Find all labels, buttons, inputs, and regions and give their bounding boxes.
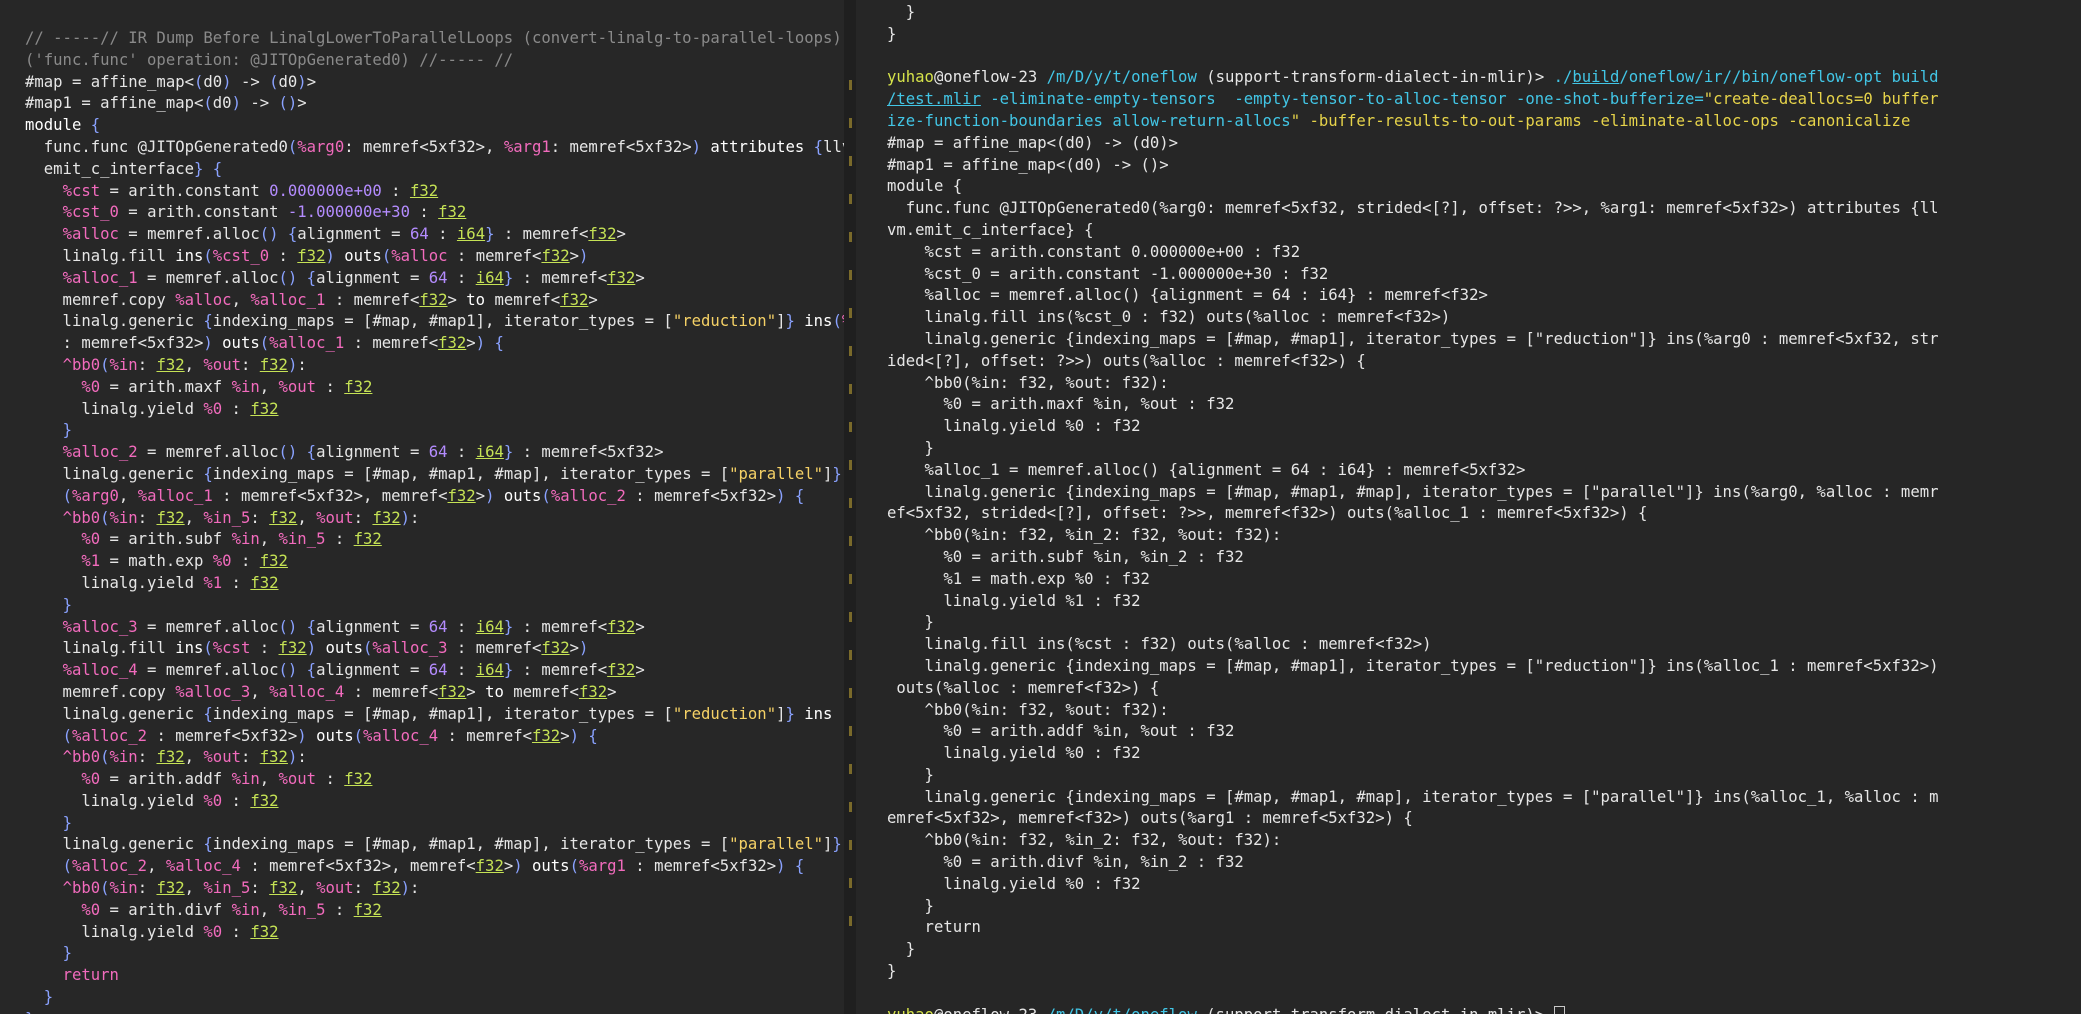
code-line: #map1 = affine_map<(d0) -> ()> <box>25 94 307 113</box>
terminal-line: linalg.yield %0 : f32 <box>887 744 1141 763</box>
code-line: %cst_0 = arith.constant -1.000000e+30 : … <box>62 203 467 222</box>
terminal-line: } <box>887 613 934 632</box>
code-line: %alloc_1 = memref.alloc() {alignment = 6… <box>62 268 645 287</box>
terminal-cursor-icon <box>1553 1006 1565 1014</box>
code-line: %alloc = memref.alloc() {alignment = 64 … <box>62 225 626 244</box>
code-line: linalg.yield %1 : f32 <box>25 573 279 592</box>
code-line: (%arg0, %alloc_1 : memref<5xf32>, memref… <box>62 486 805 505</box>
editor-code[interactable]: // -----// IR Dump Before LinalgLowerToP… <box>0 28 844 1014</box>
code-line: %cst = arith.constant 0.000000e+00 : f32 <box>62 181 439 200</box>
terminal-line: linalg.yield %0 : f32 <box>887 417 1141 436</box>
terminal-line: } <box>887 438 934 457</box>
code-line: %alloc_2 = memref.alloc() {alignment = 6… <box>62 443 664 462</box>
code-line: (%alloc_2 : memref<5xf32>) outs(%alloc_4… <box>62 726 598 745</box>
terminal-line: linalg.generic {indexing_maps = [#map, #… <box>887 329 1939 348</box>
code-line: %alloc_3 = memref.alloc() {alignment = 6… <box>62 617 645 636</box>
code-line: linalg.generic {indexing_maps = [#map, #… <box>25 704 833 723</box>
terminal-output[interactable]: }} yuhao@oneflow-23 /m/D/y/t/oneflow (sup… <box>856 2 2081 1014</box>
code-line: } <box>62 421 72 440</box>
terminal-line: ^bb0(%in: f32, %out: f32): <box>887 700 1169 719</box>
terminal-line: %alloc_1 = memref.alloc() {alignment = 6… <box>887 460 1526 479</box>
code-line: return <box>62 966 119 985</box>
code-line: ^bb0(%in: f32, %out: f32): <box>62 355 307 374</box>
code-line: %0 = arith.divf %in, %in_5 : f32 <box>81 900 382 919</box>
code-line: %1 = math.exp %0 : f32 <box>81 552 288 571</box>
code-line: } <box>62 813 72 832</box>
terminal-line: ^bb0(%in: f32, %out: f32): <box>887 373 1169 392</box>
terminal-pane[interactable]: }} yuhao@oneflow-23 /m/D/y/t/oneflow (sup… <box>856 0 2081 1014</box>
terminal-line: outs(%alloc : memref<f32>) { <box>887 678 1160 697</box>
code-line: memref.copy %alloc_3, %alloc_4 : memref<… <box>25 682 617 701</box>
code-line: memref.copy %alloc, %alloc_1 : memref<f3… <box>25 290 598 309</box>
terminal-line: %0 = arith.addf %in, %out : f32 <box>887 722 1235 741</box>
code-line: %0 = arith.addf %in, %out : f32 <box>81 770 373 789</box>
terminal-line: %cst_0 = arith.constant -1.000000e+30 : … <box>887 264 1329 283</box>
code-line: } <box>62 944 72 963</box>
terminal-line: %alloc = memref.alloc() {alignment = 64 … <box>887 286 1488 305</box>
terminal-line: } <box>887 765 934 784</box>
terminal-line: linalg.yield %1 : f32 <box>887 591 1141 610</box>
terminal-line: } <box>887 3 916 21</box>
code-line: linalg.generic {indexing_maps = [#map, #… <box>25 835 842 854</box>
code-line: linalg.yield %0 : f32 <box>25 399 279 418</box>
terminal-line: ef<5xf32, strided<[?], offset: ?>>, memr… <box>887 504 1648 523</box>
terminal-line: linalg.fill ins(%cst_0 : f32) outs(%allo… <box>887 308 1451 327</box>
terminal-line: ^bb0(%in: f32, %in_2: f32, %out: f32): <box>887 831 1282 850</box>
terminal-line: yuhao@oneflow-23 /m/D/y/t/oneflow (suppo… <box>887 68 1939 87</box>
terminal-line: yuhao@oneflow-23 /m/D/y/t/oneflow (suppo… <box>887 1005 2081 1014</box>
terminal-line: linalg.generic {indexing_maps = [#map, #… <box>887 787 1939 806</box>
terminal-line: %0 = arith.divf %in, %in_2 : f32 <box>887 853 1244 872</box>
code-line: linalg.yield %0 : f32 <box>25 791 279 810</box>
terminal-line: } <box>887 24 897 43</box>
terminal-line: linalg.yield %0 : f32 <box>887 874 1141 893</box>
terminal-line: func.func @JITOpGenerated0(%arg0: memref… <box>887 199 1939 218</box>
code-line: } <box>25 1009 844 1014</box>
terminal-line: /test.mlir -eliminate-empty-tensors -emp… <box>887 90 1939 109</box>
terminal-line: linalg.generic {indexing_maps = [#map, #… <box>887 482 1939 501</box>
code-line: func.func @JITOpGenerated0(%arg0: memref… <box>25 137 844 156</box>
code-line: #map = affine_map<(d0) -> (d0)> <box>25 72 317 91</box>
terminal-line: module { <box>887 177 963 196</box>
code-line: ^bb0(%in: f32, %in_5: f32, %out: f32): <box>62 508 420 527</box>
terminal-line: } <box>887 962 897 981</box>
terminal-line: %1 = math.exp %0 : f32 <box>887 569 1150 588</box>
terminal-line: } <box>887 940 916 959</box>
code-line: (%alloc_2, %alloc_4 : memref<5xf32>, mem… <box>62 857 805 876</box>
terminal-line: ^bb0(%in: f32, %in_2: f32, %out: f32): <box>887 526 1282 545</box>
terminal-line: } <box>887 896 934 915</box>
editor-pane[interactable]: // -----// IR Dump Before LinalgLowerToP… <box>0 0 844 1014</box>
code-line: emit_c_interface} { <box>25 159 223 178</box>
terminal-line: #map1 = affine_map<(d0) -> ()> <box>887 155 1169 174</box>
terminal-line: emref<5xf32>, memref<f32>) outs(%arg1 : … <box>887 809 1413 828</box>
terminal-line: %0 = arith.maxf %in, %out : f32 <box>887 395 1235 414</box>
code-line: linalg.yield %0 : f32 <box>25 922 279 941</box>
code-line: : memref<5xf32>) outs(%alloc_1 : memref<… <box>25 334 504 353</box>
terminal-line: ided<[?], offset: ?>>) outs(%alloc : mem… <box>887 351 1366 370</box>
terminal-line: linalg.fill ins(%cst : f32) outs(%alloc … <box>887 635 1432 654</box>
code-line: linalg.generic {indexing_maps = [#map, #… <box>25 312 844 331</box>
terminal-line: vm.emit_c_interface} { <box>887 220 1094 239</box>
code-line: ^bb0(%in: f32, %in_5: f32, %out: f32): <box>62 879 420 898</box>
terminal-line: #map = affine_map<(d0) -> (d0)> <box>887 133 1179 152</box>
terminal-line: ize-function-boundaries allow-return-all… <box>887 111 1911 130</box>
code-line: ('func.func' operation: @JITOpGenerated0… <box>25 50 514 69</box>
pane-divider[interactable] <box>844 0 856 1014</box>
code-line: ^bb0(%in: f32, %out: f32): <box>62 748 307 767</box>
code-line: linalg.generic {indexing_maps = [#map, #… <box>25 464 842 483</box>
code-line: linalg.fill ins(%cst : f32) outs(%alloc_… <box>25 639 589 658</box>
terminal-line: return <box>887 918 981 937</box>
code-line: %0 = arith.maxf %in, %out : f32 <box>81 377 373 396</box>
code-line: linalg.fill ins(%cst_0 : f32) outs(%allo… <box>25 246 589 265</box>
code-line: // -----// IR Dump Before LinalgLowerToP… <box>25 29 842 47</box>
code-line: %0 = arith.subf %in, %in_5 : f32 <box>81 530 382 549</box>
terminal-line: linalg.generic {indexing_maps = [#map, #… <box>887 656 1939 675</box>
code-line: } <box>62 595 72 614</box>
code-line: %alloc_4 = memref.alloc() {alignment = 6… <box>62 661 645 680</box>
code-line: } <box>43 988 54 1007</box>
terminal-line: %0 = arith.subf %in, %in_2 : f32 <box>887 547 1244 566</box>
terminal-line: %cst = arith.constant 0.000000e+00 : f32 <box>887 242 1301 261</box>
code-line: module { <box>25 116 101 135</box>
